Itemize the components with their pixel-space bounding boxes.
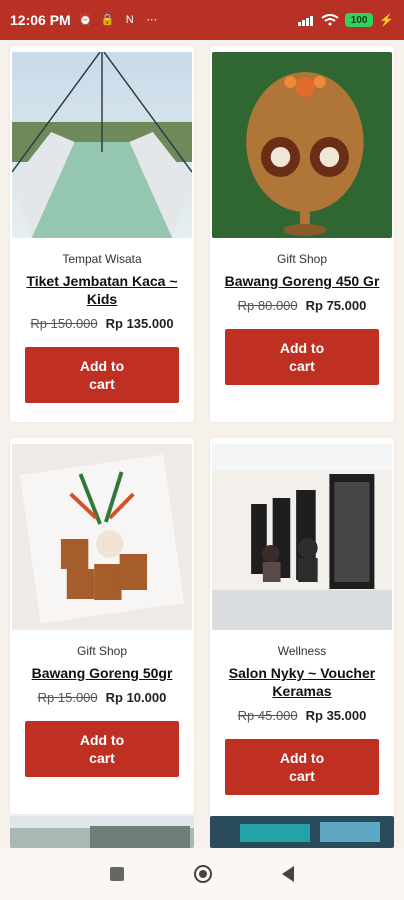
product-title-link[interactable]: Salon Nyky ~ Voucher Keramas	[218, 664, 386, 700]
product-card[interactable]: Gift Shop Bawang Goreng 450 Gr Rp 80.000…	[210, 46, 394, 422]
price-row: Rp 15.000 Rp 10.000	[18, 690, 186, 705]
status-left: 12:06 PM ⏰ 🔒 N ⋯	[10, 12, 159, 28]
product-image-peek[interactable]	[10, 816, 194, 848]
product-grid: Tempat Wisata Tiket Jembatan Kaca ~ Kids…	[0, 40, 404, 832]
add-to-cart-label-line1: Add to	[279, 750, 325, 766]
battery-level: 100	[350, 14, 368, 26]
add-to-cart-label-line2: cart	[289, 768, 315, 784]
product-meta: Tempat Wisata Tiket Jembatan Kaca ~ Kids…	[12, 238, 192, 403]
sale-price: Rp 10.000	[105, 690, 167, 705]
product-image[interactable]	[212, 52, 392, 238]
old-price: Rp 15.000	[37, 690, 98, 705]
product-category: Gift Shop	[276, 252, 328, 266]
add-to-cart-label-line1: Add to	[79, 732, 125, 748]
product-title-link[interactable]: Bawang Goreng 50gr	[18, 664, 186, 682]
add-to-cart-button[interactable]: Add to cart	[225, 329, 379, 385]
old-price: Rp 45.000	[237, 708, 298, 723]
charging-icon: ⚡	[379, 13, 394, 27]
product-image[interactable]	[12, 52, 192, 238]
wifi-icon	[321, 14, 339, 26]
more-dots-icon: ⋯	[146, 13, 158, 26]
sale-price: Rp 135.000	[105, 316, 174, 331]
home-icon[interactable]	[194, 865, 212, 883]
product-meta: Gift Shop Bawang Goreng 50gr Rp 15.000 R…	[12, 630, 192, 777]
status-bar: 12:06 PM ⏰ 🔒 N ⋯ 100 ⚡	[0, 0, 404, 40]
next-row-preview	[10, 816, 394, 848]
status-right: 100 ⚡	[297, 13, 394, 27]
product-category: Gift Shop	[76, 644, 128, 658]
product-card[interactable]: Tempat Wisata Tiket Jembatan Kaca ~ Kids…	[10, 46, 194, 422]
add-to-cart-label-line1: Add to	[79, 358, 125, 374]
add-to-cart-button[interactable]: Add to cart	[225, 739, 379, 795]
signal-icon	[298, 16, 314, 26]
price-row: Rp 80.000 Rp 75.000	[218, 298, 386, 313]
product-image[interactable]	[12, 444, 192, 630]
product-meta: Wellness Salon Nyky ~ Voucher Keramas Rp…	[212, 630, 392, 795]
lock-icon: 🔒	[100, 13, 115, 26]
notification-n-icon: N	[125, 13, 134, 26]
add-to-cart-label-line2: cart	[89, 376, 115, 392]
old-price: Rp 150.000	[30, 316, 98, 331]
alarm-icon: ⏰	[78, 13, 93, 26]
product-title-link[interactable]: Bawang Goreng 450 Gr	[218, 272, 386, 290]
add-to-cart-label-line2: cart	[89, 750, 115, 766]
system-navigation-bar	[0, 848, 404, 900]
status-time: 12:06 PM	[10, 12, 71, 28]
add-to-cart-button[interactable]: Add to cart	[25, 347, 179, 403]
product-image-peek[interactable]	[210, 816, 394, 848]
product-title-link[interactable]: Tiket Jembatan Kaca ~ Kids	[18, 272, 186, 308]
product-meta: Gift Shop Bawang Goreng 450 Gr Rp 80.000…	[212, 238, 392, 385]
battery-icon: 100	[345, 13, 374, 27]
add-to-cart-label-line2: cart	[289, 358, 315, 374]
product-category: Wellness	[277, 644, 327, 658]
recent-apps-icon[interactable]	[110, 867, 124, 881]
price-row: Rp 150.000 Rp 135.000	[18, 316, 186, 331]
price-row: Rp 45.000 Rp 35.000	[218, 708, 386, 723]
back-icon[interactable]	[282, 866, 294, 882]
product-card[interactable]: Gift Shop Bawang Goreng 50gr Rp 15.000 R…	[10, 438, 194, 814]
old-price: Rp 80.000	[237, 298, 298, 313]
product-category: Tempat Wisata	[62, 252, 142, 266]
sale-price: Rp 75.000	[305, 298, 367, 313]
add-to-cart-button[interactable]: Add to cart	[25, 721, 179, 777]
product-card[interactable]: Wellness Salon Nyky ~ Voucher Keramas Rp…	[210, 438, 394, 826]
product-image[interactable]	[212, 444, 392, 630]
add-to-cart-label-line1: Add to	[279, 340, 325, 356]
sale-price: Rp 35.000	[305, 708, 367, 723]
